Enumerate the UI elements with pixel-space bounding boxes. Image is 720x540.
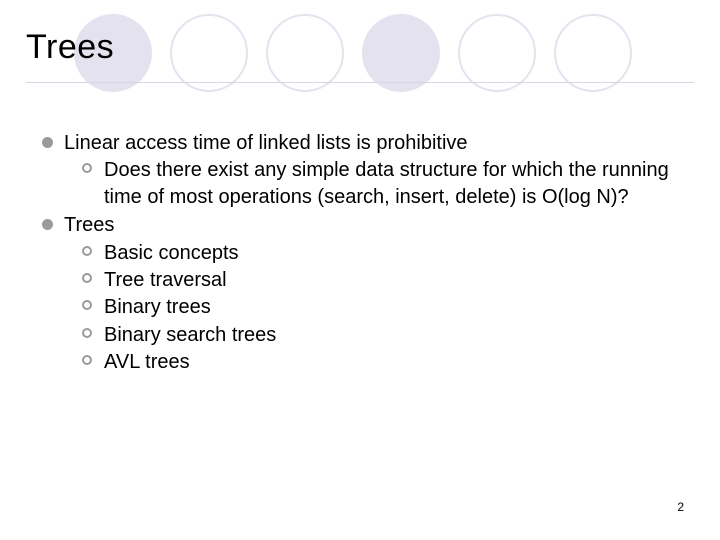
slide-title: Trees: [26, 28, 114, 67]
circle-decoration: [362, 14, 440, 92]
sub-bullet-item: Binary search trees: [78, 322, 676, 348]
bullet-item: Trees Basic concepts Tree traversal Bina…: [36, 212, 676, 375]
circle-decoration: [458, 14, 536, 92]
sub-bullet-item: Tree traversal: [78, 267, 676, 293]
sub-bullet-text: Basic concepts: [104, 242, 239, 264]
sub-bullet-text: Tree traversal: [104, 269, 227, 291]
bullet-item: Linear access time of linked lists is pr…: [36, 130, 676, 210]
bullet-text: Linear access time of linked lists is pr…: [64, 132, 468, 154]
sub-bullet-text: Binary trees: [104, 296, 211, 318]
sub-bullet-item: Does there exist any simple data structu…: [78, 157, 676, 210]
sub-bullet-item: Basic concepts: [78, 240, 676, 266]
sub-bullet-item: Binary trees: [78, 294, 676, 320]
bullet-text: Trees: [64, 214, 114, 236]
slide-body: Linear access time of linked lists is pr…: [36, 130, 676, 378]
circle-decoration: [554, 14, 632, 92]
sub-bullet-text: Binary search trees: [104, 324, 276, 346]
title-underline: [26, 82, 694, 83]
circle-decoration: [266, 14, 344, 92]
circle-decoration: [170, 14, 248, 92]
sub-bullet-text: Does there exist any simple data structu…: [104, 159, 669, 207]
sub-bullet-item: AVL trees: [78, 349, 676, 375]
sub-bullet-text: AVL trees: [104, 351, 190, 373]
page-number: 2: [677, 500, 684, 514]
